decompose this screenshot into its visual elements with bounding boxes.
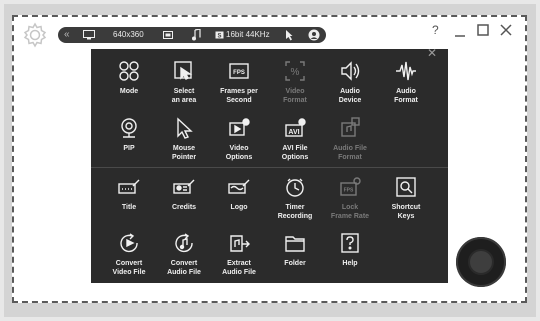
webcam-icon bbox=[121, 118, 137, 138]
menu-item-label: Timer Recording bbox=[277, 204, 313, 220]
menu-item-lock-frame-rate: FPS Lock Frame Rate bbox=[320, 176, 380, 221]
menu-item-label: Audio Device bbox=[338, 88, 362, 104]
waveform-icon bbox=[396, 61, 416, 81]
menu-divider bbox=[91, 167, 448, 168]
menu-item-audio-format[interactable]: Audio Format bbox=[376, 60, 436, 105]
menu-item-label: Help bbox=[342, 260, 358, 267]
menu-item-pip[interactable]: PIP bbox=[99, 117, 159, 153]
four-circles-icon bbox=[119, 61, 139, 81]
crop-select-icon bbox=[174, 61, 193, 80]
menu-item-convert-audio[interactable]: Convert Audio File bbox=[154, 232, 214, 277]
menu-item-label: Logo bbox=[230, 204, 248, 211]
audio-source-icon[interactable]: S bbox=[215, 31, 224, 39]
record-dot-icon bbox=[468, 249, 494, 275]
note-export-icon bbox=[230, 235, 250, 252]
svg-text:FPS: FPS bbox=[344, 188, 354, 194]
close-icon[interactable] bbox=[500, 24, 512, 36]
status-toolbar: « 640x360 S 16bit 44KHz bbox=[58, 27, 326, 43]
menu-item-video-format: % Video Format bbox=[265, 60, 325, 105]
menu-item-avi-file-options[interactable]: AVI AVI File Options bbox=[265, 117, 325, 162]
settings-gear-icon[interactable] bbox=[22, 22, 48, 48]
menu-item-help[interactable]: Help bbox=[320, 232, 380, 268]
logo-edit-icon bbox=[228, 179, 250, 194]
menu-item-fps[interactable]: FPS Frames per Second bbox=[209, 60, 269, 105]
menu-item-label: Select an area bbox=[171, 88, 197, 104]
webcam-overlay-icon[interactable] bbox=[308, 29, 320, 41]
music-note-icon[interactable] bbox=[191, 29, 201, 41]
webcam-toggle-icon[interactable] bbox=[163, 30, 175, 40]
menu-item-label: Convert Audio File bbox=[167, 260, 201, 276]
menu-item-video-options[interactable]: Video Options bbox=[209, 117, 269, 162]
avi-gear-icon: AVI bbox=[285, 118, 306, 137]
menu-item-folder[interactable]: Folder bbox=[265, 232, 325, 268]
menu-item-credits[interactable]: Credits bbox=[154, 176, 214, 212]
menu-item-logo[interactable]: Logo bbox=[209, 176, 269, 212]
menu-item-label: Folder bbox=[284, 260, 306, 267]
clock-icon bbox=[286, 178, 304, 197]
folder-icon bbox=[285, 236, 305, 252]
menu-item-select-area[interactable]: Select an area bbox=[154, 60, 214, 105]
menu-item-label: PIP bbox=[123, 145, 135, 152]
menu-item-label: Convert Video File bbox=[112, 260, 146, 276]
menu-item-label: Extract Audio File bbox=[222, 260, 256, 276]
menu-item-label: Audio Format bbox=[394, 88, 418, 104]
maximize-icon[interactable] bbox=[477, 24, 489, 36]
menu-item-extract-audio[interactable]: Extract Audio File bbox=[209, 232, 269, 277]
record-button[interactable] bbox=[456, 237, 506, 287]
menu-item-mode[interactable]: Mode bbox=[99, 60, 159, 96]
collapse-icon[interactable]: « bbox=[64, 27, 70, 43]
menu-item-convert-video[interactable]: Convert Video File bbox=[99, 232, 159, 277]
menu-item-label: Audio File Format bbox=[333, 145, 367, 161]
svg-text:%: % bbox=[291, 67, 300, 78]
menu-item-label: Shortcut Keys bbox=[391, 204, 421, 220]
question-box-icon bbox=[341, 233, 359, 253]
menu-item-label: Video Options bbox=[225, 145, 253, 161]
resolution-text: 640x360 bbox=[113, 30, 144, 39]
menu-item-label: Credits bbox=[171, 204, 197, 211]
video-gear-icon bbox=[229, 118, 250, 136]
menu-item-audio-file-format: Audio File Format bbox=[320, 117, 380, 162]
audio-format-text: 16bit 44KHz bbox=[226, 30, 270, 39]
menu-item-label: Frames per Second bbox=[220, 88, 258, 104]
menu-item-title[interactable]: Title bbox=[99, 176, 159, 212]
note-refresh-icon bbox=[175, 233, 193, 253]
menu-item-audio-device[interactable]: Audio Device bbox=[320, 60, 380, 105]
speaker-icon bbox=[341, 61, 360, 81]
menu-item-label: Mouse Pointer bbox=[171, 145, 197, 161]
percent-box-icon: % bbox=[285, 61, 305, 81]
menu-item-mouse-pointer[interactable]: Mouse Pointer bbox=[154, 117, 214, 162]
menu-item-label: Video Format bbox=[283, 88, 307, 104]
help-icon[interactable]: ? bbox=[432, 22, 439, 38]
svg-text:S: S bbox=[217, 34, 221, 40]
title-edit-icon bbox=[118, 179, 140, 194]
menu-item-timer-recording[interactable]: Timer Recording bbox=[265, 176, 325, 221]
svg-text:FPS: FPS bbox=[233, 70, 245, 76]
monitor-icon[interactable] bbox=[83, 30, 95, 40]
fps-lock-icon: FPS bbox=[340, 177, 361, 196]
play-refresh-icon bbox=[120, 233, 138, 253]
menu-item-label: Mode bbox=[119, 88, 139, 95]
menu-item-label: AVI File Options bbox=[281, 145, 309, 161]
cursor-icon bbox=[177, 117, 193, 139]
menu-item-shortcut-keys[interactable]: Shortcut Keys bbox=[376, 176, 436, 221]
audio-file-gear-icon bbox=[341, 117, 360, 137]
menu-item-label: Lock Frame Rate bbox=[330, 204, 370, 220]
minimize-icon[interactable] bbox=[454, 27, 466, 39]
magnifier-box-icon bbox=[396, 177, 416, 197]
menu-close-icon[interactable]: ✕ bbox=[425, 46, 439, 60]
svg-text:AVI: AVI bbox=[288, 129, 299, 136]
cursor-icon[interactable] bbox=[285, 29, 293, 41]
menu-item-label: Title bbox=[121, 204, 137, 211]
credits-edit-icon bbox=[173, 179, 195, 194]
fps-box-icon: FPS bbox=[229, 63, 249, 79]
